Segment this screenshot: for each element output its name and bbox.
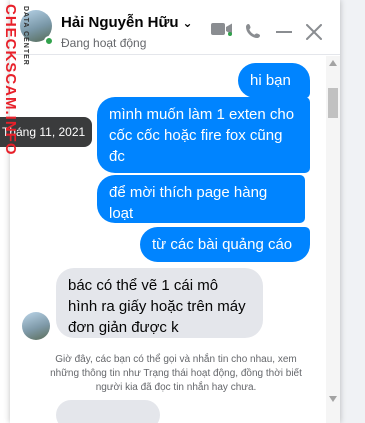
chevron-down-icon: ⌄	[182, 16, 193, 30]
scroll-down-icon[interactable]	[329, 396, 337, 402]
online-indicator	[44, 36, 54, 46]
incoming-message[interactable]: bác có thể vẽ 1 cái mô hình ra giấy hoặc…	[56, 268, 263, 338]
watermark: CHECKSCAM.INFO	[2, 4, 19, 156]
chat-window: Hải Nguyễn Hữu ⌄ Đang hoạt động hi bạn mì…	[10, 0, 340, 423]
incoming-message-partial[interactable]	[56, 400, 160, 423]
contact-status: Đang hoạt động	[61, 36, 147, 50]
chat-header: Hải Nguyễn Hữu ⌄ Đang hoạt động	[10, 0, 340, 55]
outgoing-message[interactable]: từ các bài quảng cáo	[140, 227, 310, 262]
watermark-subtitle: DATA CENTER	[22, 6, 29, 66]
background-strip	[340, 0, 365, 423]
close-icon[interactable]	[306, 24, 322, 40]
system-note: Giờ đây, các bạn có thể gọi và nhắn tin …	[50, 354, 302, 393]
outgoing-message[interactable]: để mời thích page hàng loạt	[97, 175, 305, 223]
message-list: hi bạn mình muốn làm 1 exten cho cốc cốc…	[10, 56, 326, 423]
contact-avatar-small[interactable]	[22, 312, 50, 340]
outgoing-message[interactable]: hi bạn	[238, 63, 310, 98]
outgoing-message[interactable]: mình muốn làm 1 exten cho cốc cốc hoặc f…	[97, 97, 310, 173]
video-icon[interactable]	[211, 22, 233, 36]
scrollbar[interactable]	[326, 56, 340, 423]
contact-name: Hải Nguyễn Hữu	[61, 14, 179, 31]
phone-icon[interactable]	[245, 23, 261, 39]
scroll-up-icon[interactable]	[329, 60, 337, 66]
minimize-icon[interactable]	[276, 31, 292, 34]
contact-name-button[interactable]: Hải Nguyễn Hữu ⌄	[61, 14, 193, 31]
scrollbar-thumb[interactable]	[328, 88, 338, 118]
